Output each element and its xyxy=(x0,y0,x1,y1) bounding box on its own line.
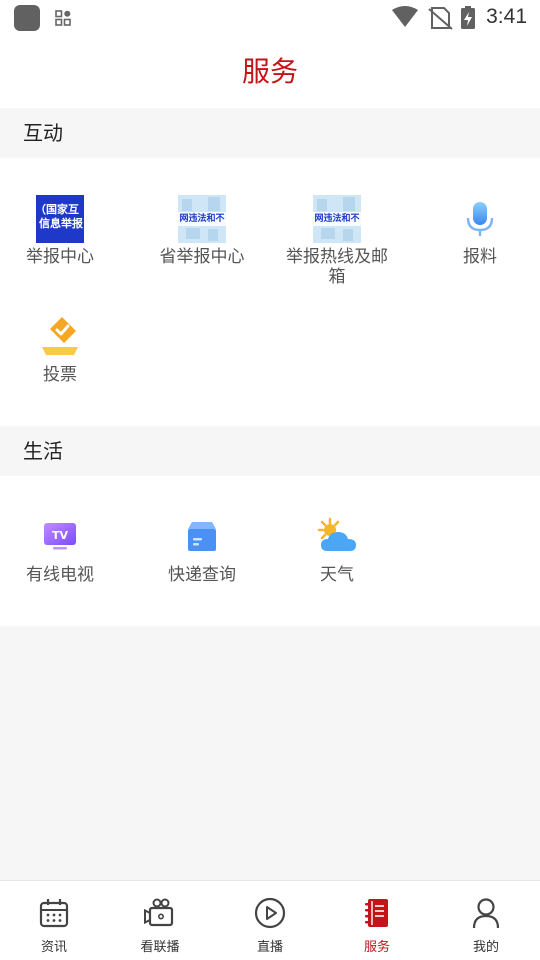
wifi-icon xyxy=(392,6,418,27)
notebook-icon xyxy=(365,899,388,927)
play-circle-icon xyxy=(254,897,286,929)
app-icon xyxy=(14,5,40,31)
service-item-label: 省举报中心 xyxy=(159,247,245,267)
service-item-label: 有线电视 xyxy=(26,565,94,585)
tab-label: 资讯 xyxy=(40,940,67,955)
tab-label: 直播 xyxy=(256,940,283,955)
service-item-label: 投票 xyxy=(43,365,77,385)
tab-label: 服务 xyxy=(363,940,390,955)
service-item-label: 举报中心 xyxy=(26,247,94,267)
no-sim-icon xyxy=(428,7,453,30)
tab-news[interactable]: 资讯 xyxy=(0,881,108,960)
clock: 3:41 xyxy=(486,5,527,28)
service-item-provincial-report[interactable]: 网违法和不 省举报中心 xyxy=(142,195,262,267)
section-life-grid: TV 有线电视 快递查询 天气 xyxy=(0,476,540,626)
vote-icon xyxy=(36,313,84,361)
tab-live[interactable]: 直播 xyxy=(216,881,324,960)
service-item-tipoff[interactable]: 报料 xyxy=(420,195,540,267)
bottom-tab-bar: 资讯 看联播 直播 服务 我的 xyxy=(0,880,540,960)
service-item-report-center[interactable]: （国家互 信息举报 举报中心 xyxy=(0,195,120,267)
service-item-label: 举报热线及邮箱 xyxy=(286,247,388,287)
section-interaction-grid: （国家互 信息举报 举报中心 网违法和不 省举报中心 网违法和不 举报热线及邮箱… xyxy=(0,158,540,426)
calendar-icon xyxy=(39,899,69,928)
tv-icon: TV xyxy=(36,513,84,561)
parcel-icon xyxy=(178,513,226,561)
grid-icon xyxy=(55,10,71,26)
hotline-mailbox-thumbnail: 网违法和不 xyxy=(313,195,361,243)
status-bar: 3:41 xyxy=(0,0,540,36)
service-item-express-tracking[interactable]: 快递查询 xyxy=(142,513,262,585)
user-icon xyxy=(472,898,500,929)
section-title-interaction: 互动 xyxy=(0,108,540,158)
service-item-label: 快递查询 xyxy=(168,565,236,585)
page-title: 服务 xyxy=(0,36,540,108)
service-item-hotline-mailbox[interactable]: 网违法和不 举报热线及邮箱 xyxy=(277,195,397,287)
service-item-label: 天气 xyxy=(320,565,354,585)
service-item-weather[interactable]: 天气 xyxy=(277,513,397,585)
weather-icon xyxy=(313,513,361,561)
provincial-report-thumbnail: 网违法和不 xyxy=(178,195,226,243)
svg-text:TV: TV xyxy=(52,529,69,542)
service-item-vote[interactable]: 投票 xyxy=(0,313,120,385)
service-item-label: 报料 xyxy=(463,247,497,267)
tab-services[interactable]: 服务 xyxy=(323,881,431,960)
report-center-thumbnail: （国家互 信息举报 xyxy=(36,195,84,243)
microphone-icon xyxy=(456,195,504,243)
tab-profile[interactable]: 我的 xyxy=(432,881,540,960)
tab-label: 我的 xyxy=(472,940,499,955)
section-title-life: 生活 xyxy=(0,426,540,476)
service-item-cable-tv[interactable]: TV 有线电视 xyxy=(0,513,120,585)
battery-charging-icon xyxy=(461,6,475,29)
tab-label: 看联播 xyxy=(140,940,180,955)
tab-broadcast[interactable]: 看联播 xyxy=(106,881,214,960)
video-camera-icon xyxy=(144,898,174,927)
status-icons xyxy=(392,6,475,30)
